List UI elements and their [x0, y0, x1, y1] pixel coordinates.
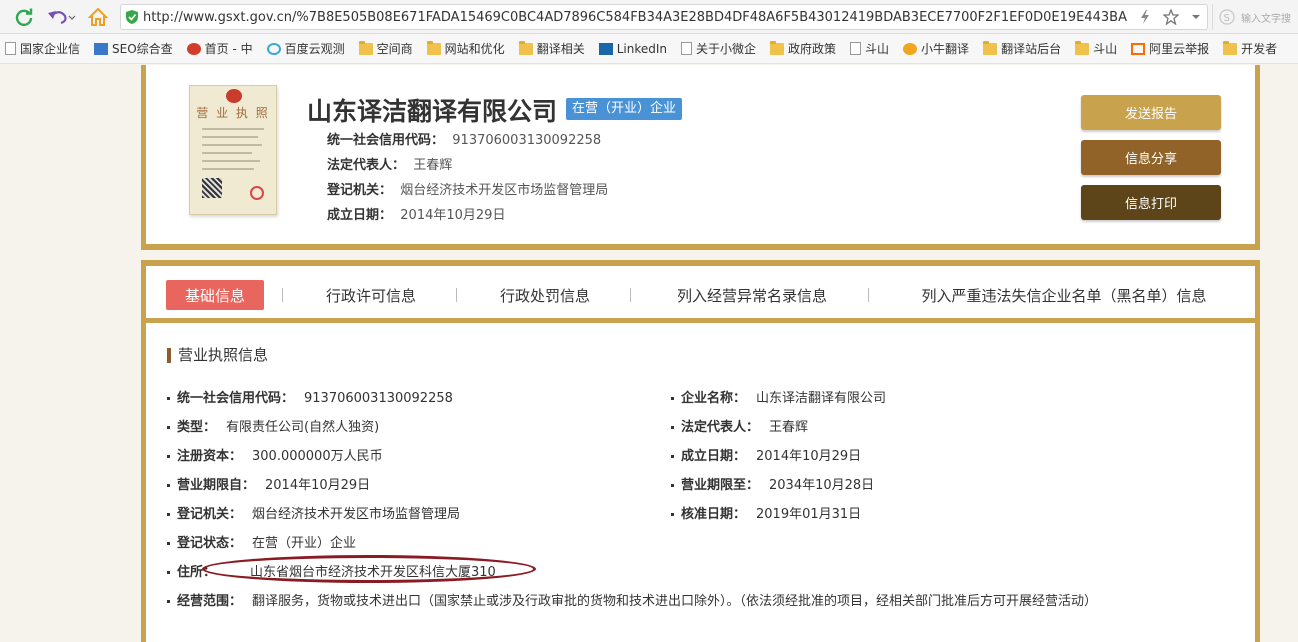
share-button[interactable]: 信息分享 [1081, 140, 1221, 175]
bookmark-item[interactable]: LinkedIn [594, 37, 676, 61]
bookmark-item[interactable]: 国家企业信 [0, 37, 89, 61]
bookmark-item[interactable]: 小牛翻译 [898, 37, 978, 61]
company-name: 山东译洁翻译有限公司 [307, 97, 558, 126]
header-credit-code: 统一社会信用代码： 913706003130092258 [327, 133, 602, 148]
search-placeholder: 输入文字搜 [1241, 13, 1291, 25]
bookmark-item[interactable]: 关于小微企 [676, 37, 765, 61]
status-badge: 在营（开业）企业 [566, 98, 683, 120]
field-address: 住所： 山东省烟台市经济技术开发区科信大厦310 [167, 561, 496, 580]
business-license-image[interactable]: 营 业 执 照 [189, 85, 277, 215]
folder-icon [983, 40, 998, 55]
header-founded: 成立日期： 2014年10月29日 [327, 208, 506, 223]
official-seal-icon [250, 186, 264, 200]
star-icon[interactable] [1163, 9, 1179, 25]
folder-icon [426, 40, 441, 55]
header-legal-rep: 法定代表人： 王春辉 [327, 158, 453, 173]
field-term-from: 营业期限自： 2014年10月29日 [167, 474, 370, 493]
svg-text:S: S [1224, 13, 1230, 24]
section-title: 营业执照信息 [167, 348, 268, 363]
address-bar[interactable]: http://www.gsxt.gov.cn/%7B8E505B08E671FA… [120, 4, 1208, 30]
folder-icon [518, 40, 533, 55]
bookmark-item[interactable]: 斗山 [1070, 37, 1126, 61]
details-panel: 基础信息 行政许可信息 行政处罚信息 列入经营异常名录信息 列入严重违法失信企业… [141, 260, 1260, 642]
tab-abnormal-list[interactable]: 列入经营异常名录信息 [652, 280, 852, 310]
emblem-icon [186, 42, 201, 55]
home-icon[interactable] [86, 6, 110, 28]
bookmark-item[interactable]: 网站和优化 [422, 37, 514, 61]
browser-toolbar: http://www.gsxt.gov.cn/%7B8E505B08E671FA… [0, 0, 1298, 34]
undo-icon[interactable] [44, 6, 78, 28]
tab-admin-license[interactable]: 行政许可信息 [306, 280, 436, 310]
aliyun-icon [1131, 42, 1146, 55]
field-approval-date: 核准日期： 2019年01月31日 [671, 503, 861, 522]
bookmark-item[interactable]: 翻译相关 [514, 37, 594, 61]
chevron-down-icon[interactable] [1191, 12, 1201, 22]
field-type: 类型： 有限责任公司(自然人独资) [167, 416, 379, 435]
baidu-cloud-icon [266, 42, 281, 55]
folder-icon [1223, 40, 1238, 55]
tab-blacklist[interactable]: 列入严重违法失信企业名单（黑名单）信息 [906, 280, 1222, 310]
tab-bar: 基础信息 行政许可信息 行政处罚信息 列入经营异常名录信息 列入严重违法失信企业… [146, 266, 1255, 323]
page-icon [850, 42, 862, 55]
folder-icon [358, 40, 373, 55]
page-icon [5, 42, 16, 55]
national-emblem-icon [226, 89, 242, 103]
bookmark-item[interactable]: 翻译站后台 [978, 37, 1070, 61]
field-credit-code: 统一社会信用代码： 913706003130092258 [167, 387, 453, 406]
linkedin-icon [598, 42, 613, 55]
field-registered-capital: 注册资本： 300.000000万人民币 [167, 445, 383, 464]
field-legal-rep: 法定代表人： 王春辉 [671, 416, 808, 435]
field-founded: 成立日期： 2014年10月29日 [671, 445, 861, 464]
bookmark-item[interactable]: 空间商 [354, 37, 422, 61]
niutrans-icon [903, 42, 918, 55]
header-reg-authority: 登记机关： 烟台经济技术开发区市场监督管理局 [327, 183, 609, 198]
lightning-icon[interactable] [1139, 9, 1151, 25]
url-text[interactable]: http://www.gsxt.gov.cn/%7B8E505B08E671FA… [143, 10, 1133, 25]
page-icon [681, 42, 692, 55]
security-shield-icon [121, 5, 143, 29]
print-button[interactable]: 信息打印 [1081, 185, 1221, 220]
bookmark-item[interactable]: 阿里云举报 [1126, 37, 1218, 61]
bookmark-item[interactable]: 政府政策 [765, 37, 845, 61]
tab-admin-penalty[interactable]: 行政处罚信息 [480, 280, 610, 310]
tab-basic-info[interactable]: 基础信息 [166, 280, 264, 310]
field-reg-authority: 登记机关： 烟台经济技术开发区市场监督管理局 [167, 503, 460, 522]
seo-icon [94, 42, 109, 55]
company-header: 营 业 执 照 山东译洁翻译有限公司 在营（开业）企业 统一社会信用代码： 91… [141, 65, 1260, 250]
search-input[interactable]: S 输入文字搜 [1212, 4, 1298, 30]
field-company-name: 企业名称： 山东译洁翻译有限公司 [671, 387, 886, 406]
bookmark-item[interactable]: 百度云观测 [262, 37, 354, 61]
send-report-button[interactable]: 发送报告 [1081, 95, 1221, 130]
page-content: 营 业 执 照 山东译洁翻译有限公司 在营（开业）企业 统一社会信用代码： 91… [0, 65, 1298, 642]
bookmark-item[interactable]: 斗山 [845, 37, 898, 61]
qr-code-icon [202, 178, 222, 198]
field-business-scope: 经营范围： 翻译服务，货物或技术进出口（国家禁止或涉及行政审批的货物和技术进出口除… [167, 590, 1097, 609]
bookmarks-bar: 国家企业信 SEO综合查 首页 - 中 百度云观测 空间商 网站和优化 翻译相关… [0, 34, 1298, 64]
search-engine-icon: S [1219, 9, 1235, 25]
address-actions [1135, 5, 1201, 29]
field-reg-status: 登记状态： 在营（开业）企业 [167, 532, 356, 551]
field-term-to: 营业期限至： 2034年10月28日 [671, 474, 874, 493]
folder-icon [1075, 40, 1090, 55]
refresh-icon[interactable] [12, 6, 36, 28]
bookmark-item[interactable]: SEO综合查 [89, 37, 182, 61]
license-image-title: 营 业 执 照 [196, 106, 270, 120]
bookmark-item[interactable]: 首页 - 中 [182, 37, 262, 61]
bookmark-item[interactable]: 开发者 [1218, 37, 1286, 61]
folder-icon [770, 40, 785, 55]
